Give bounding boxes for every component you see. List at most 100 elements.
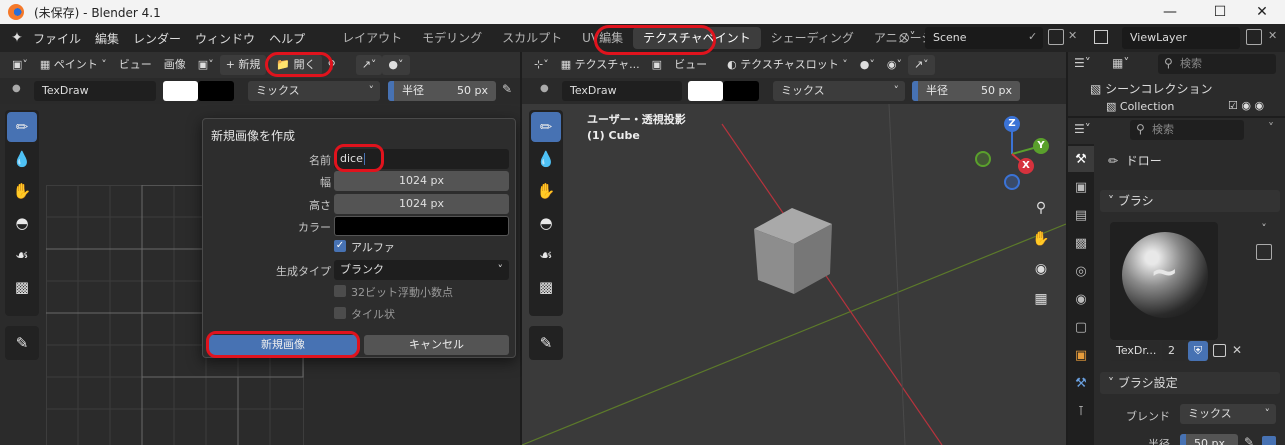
properties-pressure-icon[interactable]: ✎: [1244, 435, 1254, 445]
snapping-icon[interactable]: ↗˅: [355, 55, 383, 75]
secondary-color-swatch[interactable]: [198, 81, 234, 101]
menu-render[interactable]: レンダー: [126, 30, 188, 47]
pin-icon[interactable]: ✓: [1028, 30, 1037, 43]
mode-selector[interactable]: ▦ ペイント ˅: [34, 55, 113, 75]
height-field[interactable]: 1024 px: [334, 194, 509, 214]
color-field[interactable]: [334, 216, 509, 236]
draw-tool-icon[interactable]: ✏: [7, 112, 37, 142]
float-buffer-checkbox[interactable]: [334, 285, 346, 297]
axis-y[interactable]: Y: [1033, 138, 1049, 154]
properties-radius-slider[interactable]: 50 px: [1180, 434, 1238, 445]
annotate-tool-icon[interactable]: ✎: [7, 328, 37, 358]
properties-radius-unit-icon[interactable]: [1262, 436, 1276, 445]
duplicate-brush-icon[interactable]: [1213, 344, 1226, 357]
menu-window[interactable]: ウィンドウ: [188, 30, 262, 47]
maximize-button[interactable]: ☐: [1197, 0, 1243, 24]
viewport-mode-extra[interactable]: ▣: [646, 55, 668, 75]
world-tab-icon[interactable]: ◉: [1068, 286, 1094, 312]
scene-icon[interactable]: ○˅: [899, 30, 915, 44]
viewport-clone-tool-icon[interactable]: ◓: [531, 208, 561, 238]
brush-name-field[interactable]: TexDraw: [34, 81, 156, 101]
tab-sculpt[interactable]: スカルプト: [492, 27, 572, 49]
viewport-soften-tool-icon[interactable]: 💧: [531, 144, 561, 174]
create-image-button[interactable]: 新規画像: [209, 335, 357, 355]
modifier-tab-icon[interactable]: ⚒: [1068, 370, 1094, 396]
soften-tool-icon[interactable]: 💧: [7, 144, 37, 174]
menu-help[interactable]: ヘルプ: [262, 30, 312, 47]
viewport-primary-color-swatch[interactable]: [688, 81, 723, 101]
alpha-checkbox[interactable]: ✓: [334, 240, 346, 252]
object-tab-icon[interactable]: ▣: [1068, 342, 1094, 368]
texture-slots-menu[interactable]: ◐ テクスチャスロット ˅: [721, 55, 854, 75]
menu-file[interactable]: ファイル: [26, 30, 88, 47]
close-window-button[interactable]: ✕: [1239, 0, 1285, 24]
outliner-search-input[interactable]: 検索: [1158, 54, 1276, 74]
axis-x[interactable]: X: [1018, 158, 1034, 174]
pan-hand-icon[interactable]: ✋: [1028, 226, 1054, 252]
minimize-button[interactable]: —: [1147, 0, 1193, 24]
viewport-brush-name-field[interactable]: TexDraw: [562, 81, 682, 101]
render-tab-icon[interactable]: ▣: [1068, 174, 1094, 200]
tab-modeling[interactable]: モデリング: [412, 27, 492, 49]
cancel-button[interactable]: キャンセル: [364, 335, 509, 355]
brush-preview[interactable]: ~: [1110, 222, 1218, 340]
view-layer-tab-icon[interactable]: ▩: [1068, 230, 1094, 256]
scene-collection-row[interactable]: ▧ シーンコレクション: [1090, 80, 1213, 97]
tab-texture-paint[interactable]: テクスチャペイント: [633, 27, 761, 49]
width-field[interactable]: 1024 px: [334, 171, 509, 191]
pressure-icon[interactable]: ✎: [502, 82, 512, 96]
particles-tab-icon[interactable]: ⊺: [1068, 398, 1094, 424]
viewport-editor-type-icon[interactable]: ⊹˅: [528, 55, 555, 75]
brush-image-icon[interactable]: [1256, 244, 1272, 260]
menu-edit[interactable]: 編集: [88, 30, 126, 47]
scene-selector[interactable]: Scene: [925, 27, 1043, 49]
viewport-mask-tool-icon[interactable]: ▩: [531, 272, 561, 302]
tool-tab-icon[interactable]: ⚒: [1068, 146, 1094, 172]
scene-tab-icon[interactable]: ◎: [1068, 258, 1094, 284]
open-image-button[interactable]: 📁 開く: [270, 55, 322, 75]
properties-search-input[interactable]: 検索: [1130, 120, 1244, 140]
view-menu[interactable]: ビュー: [113, 55, 158, 75]
radius-slider[interactable]: 半径 50 px: [388, 81, 496, 101]
perspective-grid-icon[interactable]: ▦: [1028, 286, 1054, 312]
viewport-gizmo-icon[interactable]: ↗˅: [907, 55, 935, 75]
editor-type-icon[interactable]: ▣˅: [6, 55, 34, 75]
properties-blend-dropdown[interactable]: ミックス ˅: [1180, 404, 1276, 424]
brush-settings-panel-header[interactable]: ˅ ブラシ設定: [1100, 372, 1280, 394]
fill-tool-icon[interactable]: ☙: [7, 240, 37, 270]
tab-layout[interactable]: レイアウト: [332, 27, 412, 49]
image-name-input[interactable]: dice: [334, 149, 509, 169]
tab-uv-editing[interactable]: UV編集: [572, 27, 633, 49]
generated-type-dropdown[interactable]: ブランク ˅: [334, 260, 509, 280]
axis-neg-z[interactable]: [1004, 174, 1020, 190]
viewport-radius-slider[interactable]: 半径 50 px: [912, 81, 1020, 101]
outliner-filter-icon[interactable]: ▦˅: [1112, 56, 1129, 70]
mask-tool-icon[interactable]: ▩: [7, 272, 37, 302]
new-view-layer-icon[interactable]: [1246, 29, 1262, 45]
fake-user-shield-icon[interactable]: ⛨: [1188, 341, 1208, 361]
blend-mode-dropdown[interactable]: ミックス ˅: [248, 81, 380, 101]
image-menu[interactable]: 画像: [158, 55, 192, 75]
collection-row[interactable]: ▧ Collection: [1106, 100, 1174, 113]
brush-panel-header[interactable]: ˅ ブラシ: [1100, 190, 1280, 212]
axis-neg-y[interactable]: [975, 151, 991, 167]
properties-options-icon[interactable]: ˅: [1268, 121, 1274, 135]
blender-menu-icon[interactable]: ✦: [8, 29, 26, 47]
pin-image-icon[interactable]: ⚲: [322, 55, 342, 75]
unlink-brush-icon[interactable]: ✕: [1232, 343, 1242, 357]
viewport-smear-tool-icon[interactable]: ✋: [531, 176, 561, 206]
viewport-mode-selector[interactable]: ▦ テクスチャ...: [555, 55, 646, 75]
primary-color-swatch[interactable]: [163, 81, 198, 101]
brush-users-count[interactable]: 2: [1162, 341, 1186, 361]
overlay-icon[interactable]: ●˅: [382, 55, 410, 75]
view-layer-icon[interactable]: [1094, 30, 1108, 44]
smear-tool-icon[interactable]: ✋: [7, 176, 37, 206]
viewport-fill-tool-icon[interactable]: ☙: [531, 240, 561, 270]
viewport-secondary-color-swatch[interactable]: [723, 81, 759, 101]
delete-scene-icon[interactable]: ✕: [1068, 29, 1077, 42]
view-layer-selector[interactable]: ViewLayer: [1122, 27, 1240, 49]
new-scene-icon[interactable]: [1048, 29, 1064, 45]
tab-shading[interactable]: シェーディング: [761, 27, 864, 49]
output-tab-icon[interactable]: ▤: [1068, 202, 1094, 228]
viewport-view-menu[interactable]: ビュー: [668, 55, 713, 75]
